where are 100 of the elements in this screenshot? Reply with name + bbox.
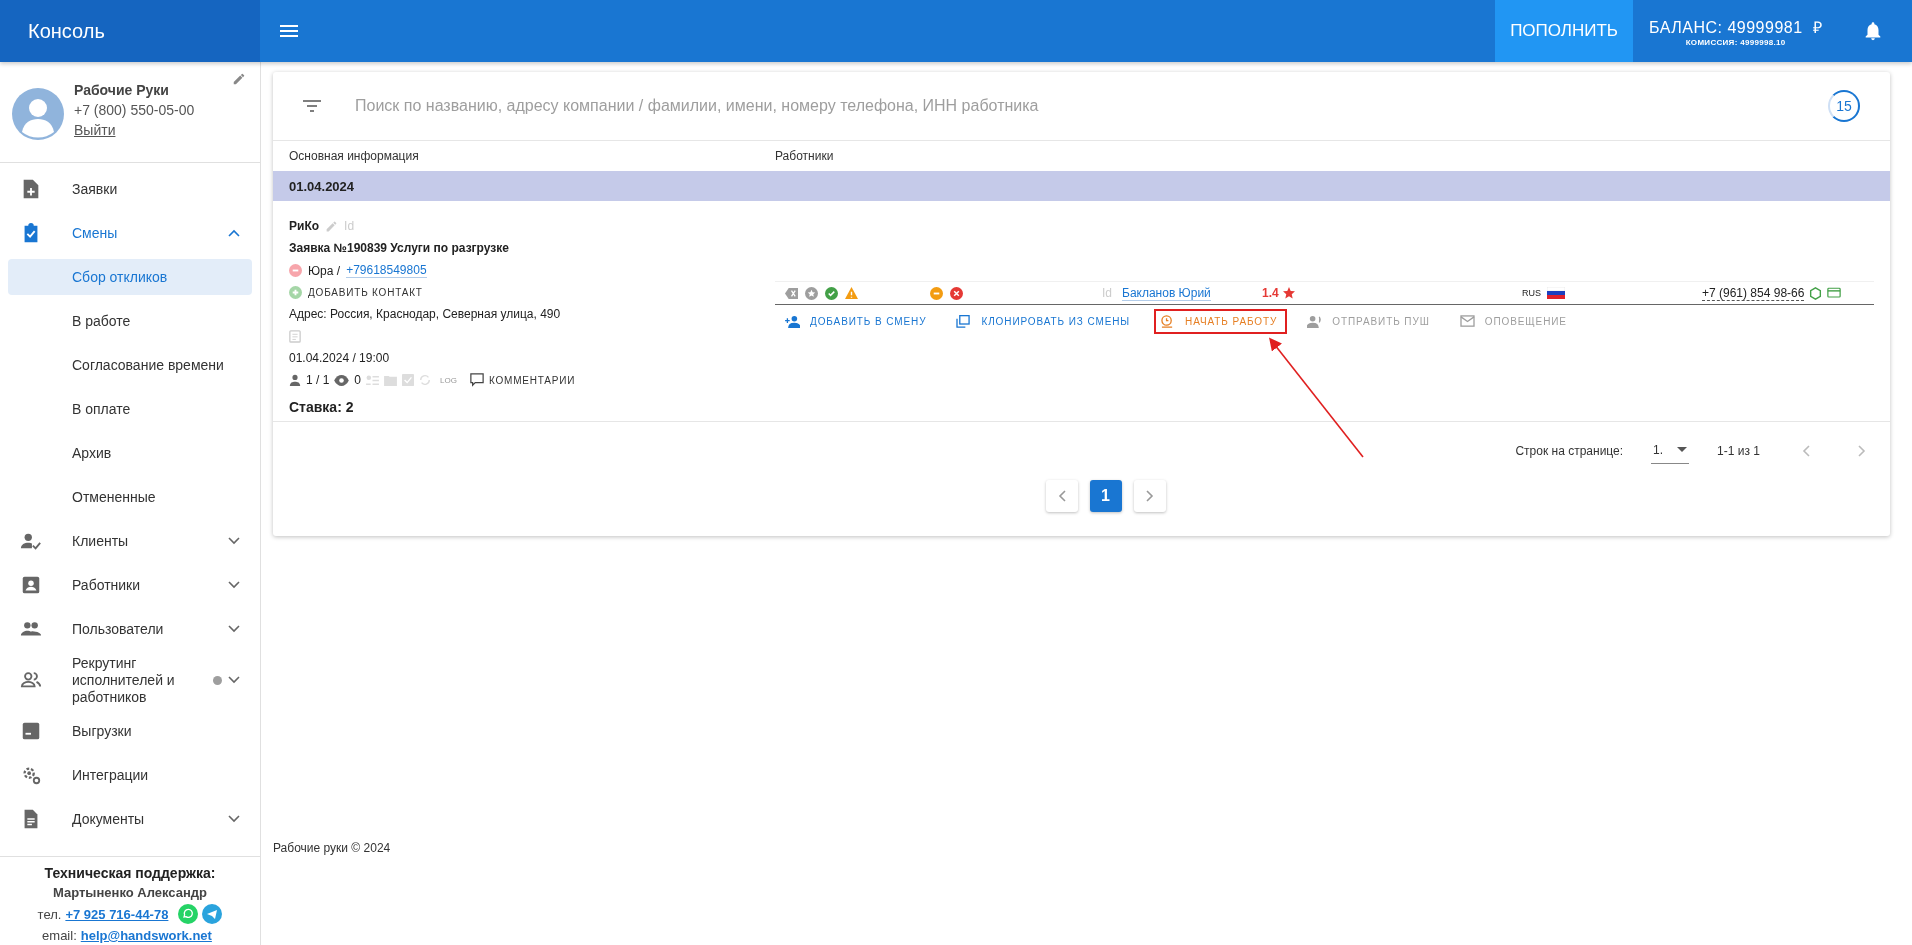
warning-icon[interactable]	[845, 286, 858, 300]
app-title: Консоль	[28, 19, 105, 43]
email-label: email:	[42, 928, 77, 943]
sidebar-item[interactable]: Клиенты	[0, 519, 260, 563]
person-icon	[289, 374, 301, 386]
order-title: Заявка №190839 Услуги по разгрузке	[289, 241, 509, 255]
add-contact-link[interactable]: ДОБАВИТЬ КОНТАКТ	[308, 287, 423, 298]
filter-icon[interactable]	[303, 100, 321, 112]
chevron-right-icon	[1145, 490, 1154, 502]
card-icon[interactable]	[1827, 286, 1842, 300]
chevron-right-icon[interactable]	[1858, 445, 1866, 457]
sidebar-item[interactable]: Смены	[0, 211, 260, 255]
action-button[interactable]: ДОБАВИТЬ В СМЕНУ	[779, 309, 937, 334]
support-phone-link[interactable]: +7 925 716-44-78	[65, 906, 169, 922]
sidebar-item-label: Работники	[72, 576, 142, 594]
worker-phone[interactable]: +7 (961) 854 98-66	[1702, 285, 1805, 301]
comment-icon[interactable]	[469, 373, 484, 387]
views-count: 0	[354, 373, 362, 387]
remove-icon[interactable]	[289, 264, 302, 277]
paper-plane-icon[interactable]	[202, 904, 223, 924]
rate-text: Ставка: 2	[289, 399, 354, 415]
footer-text: Рабочие руки © 2024	[273, 841, 392, 855]
sidebar-item[interactable]: Выгрузки	[0, 709, 260, 754]
sidebar-item[interactable]: Рекрутинг исполнителей и работников	[0, 651, 260, 710]
refresh-icon[interactable]	[419, 374, 432, 386]
comments-link[interactable]: КОММЕНТАРИИ	[488, 374, 576, 386]
address-text: Адрес: Россия, Краснодар, Северная улица, 490	[289, 307, 561, 321]
chevron-icon[interactable]	[228, 537, 240, 545]
sidebar-item[interactable]: Работники	[0, 563, 260, 607]
sidebar-subitem[interactable]: Сбор откликов	[8, 259, 252, 295]
support-name: Мартыненко Александр	[53, 885, 207, 900]
company-name: РиКо	[289, 219, 320, 233]
eye-icon	[334, 374, 350, 386]
hexagon-icon[interactable]	[1809, 286, 1823, 300]
support-title: Техническая поддержка:	[44, 865, 216, 881]
workers-count: 1 / 1	[306, 373, 330, 387]
page-button[interactable]: 1	[1089, 480, 1122, 512]
minus-icon[interactable]	[930, 286, 943, 300]
chevron-icon[interactable]	[228, 815, 240, 824]
chevron-icon[interactable]	[228, 229, 240, 237]
dropdown-caret-icon	[1677, 447, 1688, 452]
rating-value: 1.4	[1262, 286, 1279, 300]
sidebar-item[interactable]: Пользователи	[0, 607, 260, 651]
clipboard-icon[interactable]	[289, 329, 301, 343]
avatar-icon	[12, 88, 64, 140]
logout-link[interactable]: Выйти	[74, 122, 195, 138]
sidebar-subitem[interactable]: В работе	[8, 303, 252, 339]
cross-icon[interactable]	[950, 286, 963, 300]
check-icon[interactable]	[825, 286, 838, 300]
phone-label: тел.	[37, 906, 62, 922]
next-page-button[interactable]	[1133, 480, 1166, 512]
worker-name-link[interactable]: Бакланов Юрий	[1122, 285, 1211, 301]
previous-page-button[interactable]	[1045, 480, 1078, 512]
folder-icon[interactable]	[384, 374, 398, 386]
list-icon[interactable]	[366, 374, 380, 386]
sidebar-item-label: Документы	[72, 811, 146, 828]
sidebar-subitem[interactable]: В оплате	[8, 391, 252, 427]
chevron-icon[interactable]	[228, 676, 240, 685]
sidebar-item[interactable]: Интеграции	[0, 753, 260, 798]
profile-phone: +7 (800) 550-05-00	[74, 102, 195, 118]
menu-icon[interactable]	[280, 25, 298, 37]
sidebar-item-label: Интеграции	[72, 767, 150, 784]
profile-name: Рабочие Руки	[74, 82, 170, 98]
sidebar-subitem[interactable]: Архив	[8, 435, 252, 471]
checkbox-icon[interactable]	[402, 374, 415, 386]
star-icon[interactable]	[805, 286, 818, 300]
chevron-icon[interactable]	[228, 581, 240, 589]
person-plus-icon	[785, 315, 800, 328]
count-badge: 15	[1828, 90, 1860, 122]
pencil-icon[interactable]	[325, 219, 339, 233]
contact-name: Юра /	[308, 263, 341, 278]
sidebar-item-label: Рекрутинг исполнителей и работников	[72, 655, 176, 706]
sidebar-subitem[interactable]: Отмененные	[8, 479, 252, 515]
sidebar-item-label: Заявки	[72, 180, 119, 198]
balance-text: БАЛАНС: 49999981 ₽	[1649, 17, 1822, 38]
citizenship-code: RUS	[1522, 288, 1541, 298]
sidebar-item-label: Клиенты	[72, 532, 130, 550]
status-dot	[213, 675, 222, 685]
group-date: 01.04.2024	[289, 178, 355, 194]
contact-phone-link[interactable]: +79618549805	[346, 263, 427, 278]
sidebar-subitem[interactable]: Согласование времени	[8, 347, 252, 383]
sidebar-item[interactable]: Документы	[0, 797, 260, 842]
add-icon[interactable]	[289, 286, 302, 299]
tag-x-icon[interactable]	[785, 286, 798, 300]
chevron-left-icon[interactable]	[1802, 445, 1810, 457]
page-range-text: 1-1 из 1	[1717, 444, 1760, 458]
rows-per-page-select[interactable]: 1.	[1651, 438, 1690, 464]
action-button[interactable]: КЛОНИРОВАТЬ ИЗ СМЕНЫ	[950, 309, 1141, 334]
badge-icon	[20, 574, 42, 596]
support-email-link[interactable]: help@handswork.net	[80, 928, 212, 943]
envelope-icon	[1459, 315, 1475, 328]
flag-icon	[1547, 287, 1565, 299]
chat-icon[interactable]	[178, 904, 199, 924]
chevron-icon[interactable]	[228, 625, 240, 633]
sidebar-item-label: Выгрузки	[72, 723, 133, 740]
column-header: Основная информация	[289, 149, 420, 163]
sidebar-item[interactable]: Заявки	[0, 167, 260, 211]
edit-icon[interactable]	[232, 72, 246, 86]
sidebar-item-label: Смены	[72, 224, 119, 242]
copy-icon	[956, 315, 972, 328]
